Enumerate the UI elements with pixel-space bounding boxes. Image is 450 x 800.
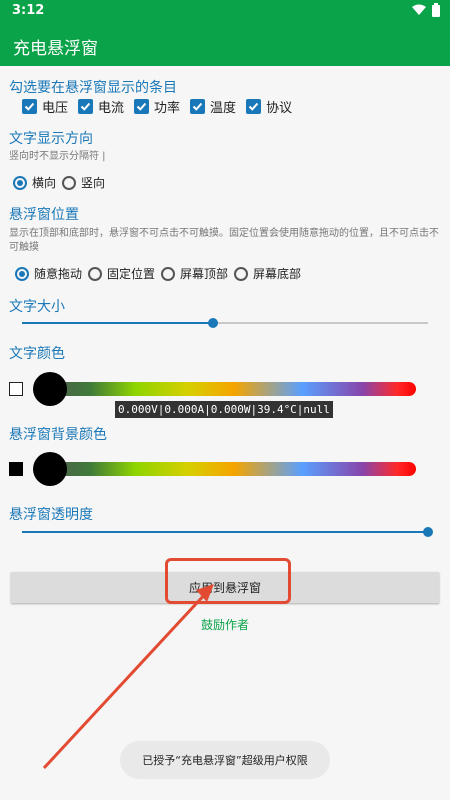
text-size-section-title: 文字大小 xyxy=(9,299,65,315)
annotation-arrow xyxy=(42,584,214,770)
status-bar: 3:12 xyxy=(0,0,450,24)
checkbox-current[interactable]: 电流 xyxy=(78,97,124,116)
radio-label: 屏幕顶部 xyxy=(180,267,229,281)
slider-thumb[interactable] xyxy=(423,527,433,537)
checkbox-label: 温度 xyxy=(210,101,237,116)
radio-bottom[interactable]: 屏幕底部 xyxy=(234,265,301,282)
check-icon xyxy=(78,99,94,114)
text-color-section-title: 文字颜色 xyxy=(9,346,65,362)
radio-vertical[interactable]: 竖向 xyxy=(62,174,105,191)
radio-checked-icon xyxy=(13,175,27,190)
checkbox-voltage[interactable]: 电压 xyxy=(22,97,68,116)
check-icon xyxy=(134,99,150,114)
checkbox-label: 电流 xyxy=(98,101,125,116)
checkbox-protocol[interactable]: 协议 xyxy=(246,97,292,116)
position-radio-group: 随意拖动 固定位置 屏幕顶部 屏幕底部 xyxy=(15,265,307,282)
text-size-slider[interactable] xyxy=(22,318,428,328)
bg-color-picker[interactable] xyxy=(37,462,416,476)
radio-unchecked-icon xyxy=(88,266,103,281)
radio-label: 随意拖动 xyxy=(34,267,83,281)
position-hint: 显示在顶部和底部时，悬浮窗不可点击不可触摸。固定位置会使用随意拖动的位置，且不可… xyxy=(9,228,439,253)
radio-label: 横向 xyxy=(32,176,57,190)
radio-top[interactable]: 屏幕顶部 xyxy=(161,265,228,282)
items-section-title: 勾选要在悬浮窗显示的条目 xyxy=(9,80,177,96)
radio-checked-icon xyxy=(15,266,29,281)
annotation-highlight-box xyxy=(165,558,291,604)
radio-free-drag[interactable]: 随意拖动 xyxy=(15,265,82,282)
opacity-section-title: 悬浮窗透明度 xyxy=(9,507,93,523)
slider-fill xyxy=(22,531,428,533)
check-icon xyxy=(190,99,206,114)
checkbox-power[interactable]: 功率 xyxy=(134,97,180,116)
position-section-title: 悬浮窗位置 xyxy=(9,207,79,223)
radio-unchecked-icon xyxy=(161,266,176,281)
checkbox-label: 功率 xyxy=(154,101,181,116)
slider-fill xyxy=(22,322,213,324)
toast-message: 已授予“充电悬浮窗”超级用户权限 xyxy=(120,741,330,779)
direction-section-title: 文字显示方向 xyxy=(9,131,93,147)
check-icon xyxy=(246,99,262,114)
status-icons xyxy=(412,3,440,17)
radio-horizontal[interactable]: 横向 xyxy=(13,174,56,191)
checkbox-label: 电压 xyxy=(42,101,69,116)
bg-color-knob[interactable] xyxy=(33,452,67,486)
bg-color-section-title: 悬浮窗背景颜色 xyxy=(9,427,107,443)
slider-thumb[interactable] xyxy=(207,318,218,328)
text-color-picker[interactable] xyxy=(37,382,416,396)
items-checkbox-row: 电压 电流 功率 温度 协议 xyxy=(22,97,302,116)
radio-label: 竖向 xyxy=(81,176,106,190)
opacity-slider[interactable] xyxy=(22,527,433,537)
battery-icon xyxy=(432,3,440,17)
bg-color-swatch xyxy=(9,462,23,476)
direction-radio-group: 横向 竖向 xyxy=(13,174,111,191)
wifi-icon xyxy=(412,4,426,15)
checkbox-label: 协议 xyxy=(266,101,293,116)
radio-unchecked-icon xyxy=(62,175,77,190)
radio-label: 固定位置 xyxy=(107,267,156,281)
app-title: 充电悬浮窗 xyxy=(13,39,98,59)
radio-unchecked-icon xyxy=(234,266,249,281)
text-color-swatch xyxy=(9,382,23,396)
floating-preview: 0.000V|0.000A|0.000W|39.4°C|null xyxy=(115,401,333,418)
encourage-author-link[interactable]: 鼓励作者 xyxy=(0,616,450,633)
radio-fixed[interactable]: 固定位置 xyxy=(88,265,155,282)
text-color-knob[interactable] xyxy=(33,372,67,406)
radio-label: 屏幕底部 xyxy=(253,267,302,281)
check-icon xyxy=(22,99,37,114)
direction-hint: 竖向时不显示分隔符 | xyxy=(9,151,106,162)
checkbox-temperature[interactable]: 温度 xyxy=(190,97,236,116)
app-bar: 充电悬浮窗 xyxy=(0,24,450,66)
status-time: 3:12 xyxy=(12,3,45,18)
